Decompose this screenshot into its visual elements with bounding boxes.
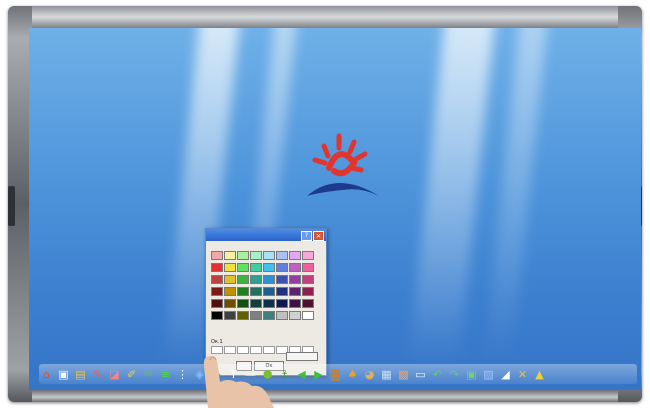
arrow-left-icon[interactable]: ◀: [294, 367, 309, 382]
gallery-icon[interactable]: ▨: [481, 367, 496, 382]
arrow-right-icon[interactable]: ▶: [311, 367, 326, 382]
color-swatch[interactable]: [250, 287, 262, 296]
color-swatch[interactable]: [224, 299, 236, 308]
color-swatch[interactable]: [237, 311, 249, 320]
presenter-hand: [203, 356, 274, 408]
color-swatch[interactable]: [263, 311, 275, 320]
grip-icon[interactable]: ⋮: [175, 367, 190, 382]
home-icon[interactable]: ⌂: [39, 367, 54, 382]
color-swatch[interactable]: [237, 263, 249, 272]
color-swatch[interactable]: [250, 263, 262, 272]
color-swatch[interactable]: [302, 287, 314, 296]
page-icon[interactable]: ▣: [56, 367, 71, 382]
color-swatch[interactable]: [289, 263, 301, 272]
close-button[interactable]: ×: [313, 231, 324, 241]
whiteboard-frame: ? × Ок.1 Ок ⌂▣▤✎◪✐✑≡⋮◈◆T—⬢⚓◀▶◙♠◕▦▩▭↶↷▣▨◢…: [8, 6, 642, 402]
frame-top-bar: [32, 6, 618, 28]
color-swatch[interactable]: [211, 287, 223, 296]
lines-icon[interactable]: ≡: [158, 367, 173, 382]
pen-icon[interactable]: ✎: [90, 367, 105, 382]
light-beam: [401, 28, 497, 390]
color-swatch[interactable]: [289, 275, 301, 284]
color-swatch[interactable]: [289, 311, 301, 320]
color-swatch[interactable]: [224, 287, 236, 296]
color-swatch[interactable]: [224, 251, 236, 260]
folder-icon[interactable]: ▤: [73, 367, 88, 382]
color-swatch[interactable]: [224, 263, 236, 272]
color-swatch[interactable]: [211, 311, 223, 320]
color-swatch[interactable]: [237, 251, 249, 260]
color-swatch[interactable]: [302, 311, 314, 320]
color-swatch[interactable]: [211, 299, 223, 308]
record-icon[interactable]: ▩: [396, 367, 411, 382]
color-swatch[interactable]: [289, 251, 301, 260]
basic-colors-grid: [211, 251, 314, 320]
dialog-title-bar[interactable]: ? ×: [206, 229, 326, 241]
color-swatch[interactable]: [211, 275, 223, 284]
eraser-icon[interactable]: ◪: [107, 367, 122, 382]
color-swatch[interactable]: [276, 275, 288, 284]
color-swatch[interactable]: [289, 299, 301, 308]
color-swatch[interactable]: [302, 251, 314, 260]
redo-icon[interactable]: ↷: [447, 367, 462, 382]
color-swatch[interactable]: [250, 275, 262, 284]
color-swatch[interactable]: [263, 251, 275, 260]
color-swatch[interactable]: [250, 299, 262, 308]
color-swatch[interactable]: [237, 287, 249, 296]
anchor-icon[interactable]: ⚓: [277, 367, 292, 382]
add-custom-color-button[interactable]: [286, 352, 318, 361]
color-swatch[interactable]: [263, 263, 275, 272]
undo-icon[interactable]: ↶: [430, 367, 445, 382]
color-swatch[interactable]: [211, 263, 223, 272]
whiteboard-toolbar: ⌂▣▤✎◪✐✑≡⋮◈◆T—⬢⚓◀▶◙♠◕▦▩▭↶↷▣▨◢✕▲: [39, 364, 637, 384]
color-swatch[interactable]: [276, 311, 288, 320]
help-button[interactable]: ?: [301, 231, 312, 241]
highlighter-icon[interactable]: ✑: [141, 367, 156, 382]
color-swatch[interactable]: [250, 311, 262, 320]
color-swatch[interactable]: [289, 287, 301, 296]
color-swatch[interactable]: [211, 251, 223, 260]
projection-screen[interactable]: ? × Ок.1 Ок ⌂▣▤✎◪✐✑≡⋮◈◆T—⬢⚓◀▶◙♠◕▦▩▭↶↷▣▨◢…: [29, 28, 641, 390]
color-swatch[interactable]: [250, 251, 262, 260]
palette-icon[interactable]: ◕: [362, 367, 377, 382]
color-swatch[interactable]: [302, 263, 314, 272]
color-swatch[interactable]: [276, 299, 288, 308]
bell-icon[interactable]: ♠: [345, 367, 360, 382]
image-icon[interactable]: ▣: [464, 367, 479, 382]
up-icon[interactable]: ▲: [532, 367, 547, 382]
magic-pen-icon[interactable]: ✐: [124, 367, 139, 382]
tools-icon[interactable]: ✕: [515, 367, 530, 382]
color-swatch[interactable]: [302, 299, 314, 308]
color-swatch[interactable]: [224, 275, 236, 284]
screen-icon[interactable]: ▭: [413, 367, 428, 382]
camera-icon[interactable]: ◙: [328, 367, 343, 382]
color-swatch[interactable]: [276, 263, 288, 272]
color-swatch[interactable]: [276, 251, 288, 260]
color-swatch[interactable]: [263, 287, 275, 296]
frame-bottom-bar: [32, 390, 618, 402]
color-swatch[interactable]: [237, 299, 249, 308]
color-swatch[interactable]: [302, 275, 314, 284]
color-swatch[interactable]: [263, 299, 275, 308]
clear-icon[interactable]: ◢: [498, 367, 513, 382]
color-swatch[interactable]: [237, 275, 249, 284]
left-mount-clip: [8, 186, 15, 226]
brand-logo: [307, 133, 379, 196]
keyboard-icon[interactable]: ▦: [379, 367, 394, 382]
color-swatch[interactable]: [263, 275, 275, 284]
color-swatch[interactable]: [224, 311, 236, 320]
color-swatch[interactable]: [276, 287, 288, 296]
